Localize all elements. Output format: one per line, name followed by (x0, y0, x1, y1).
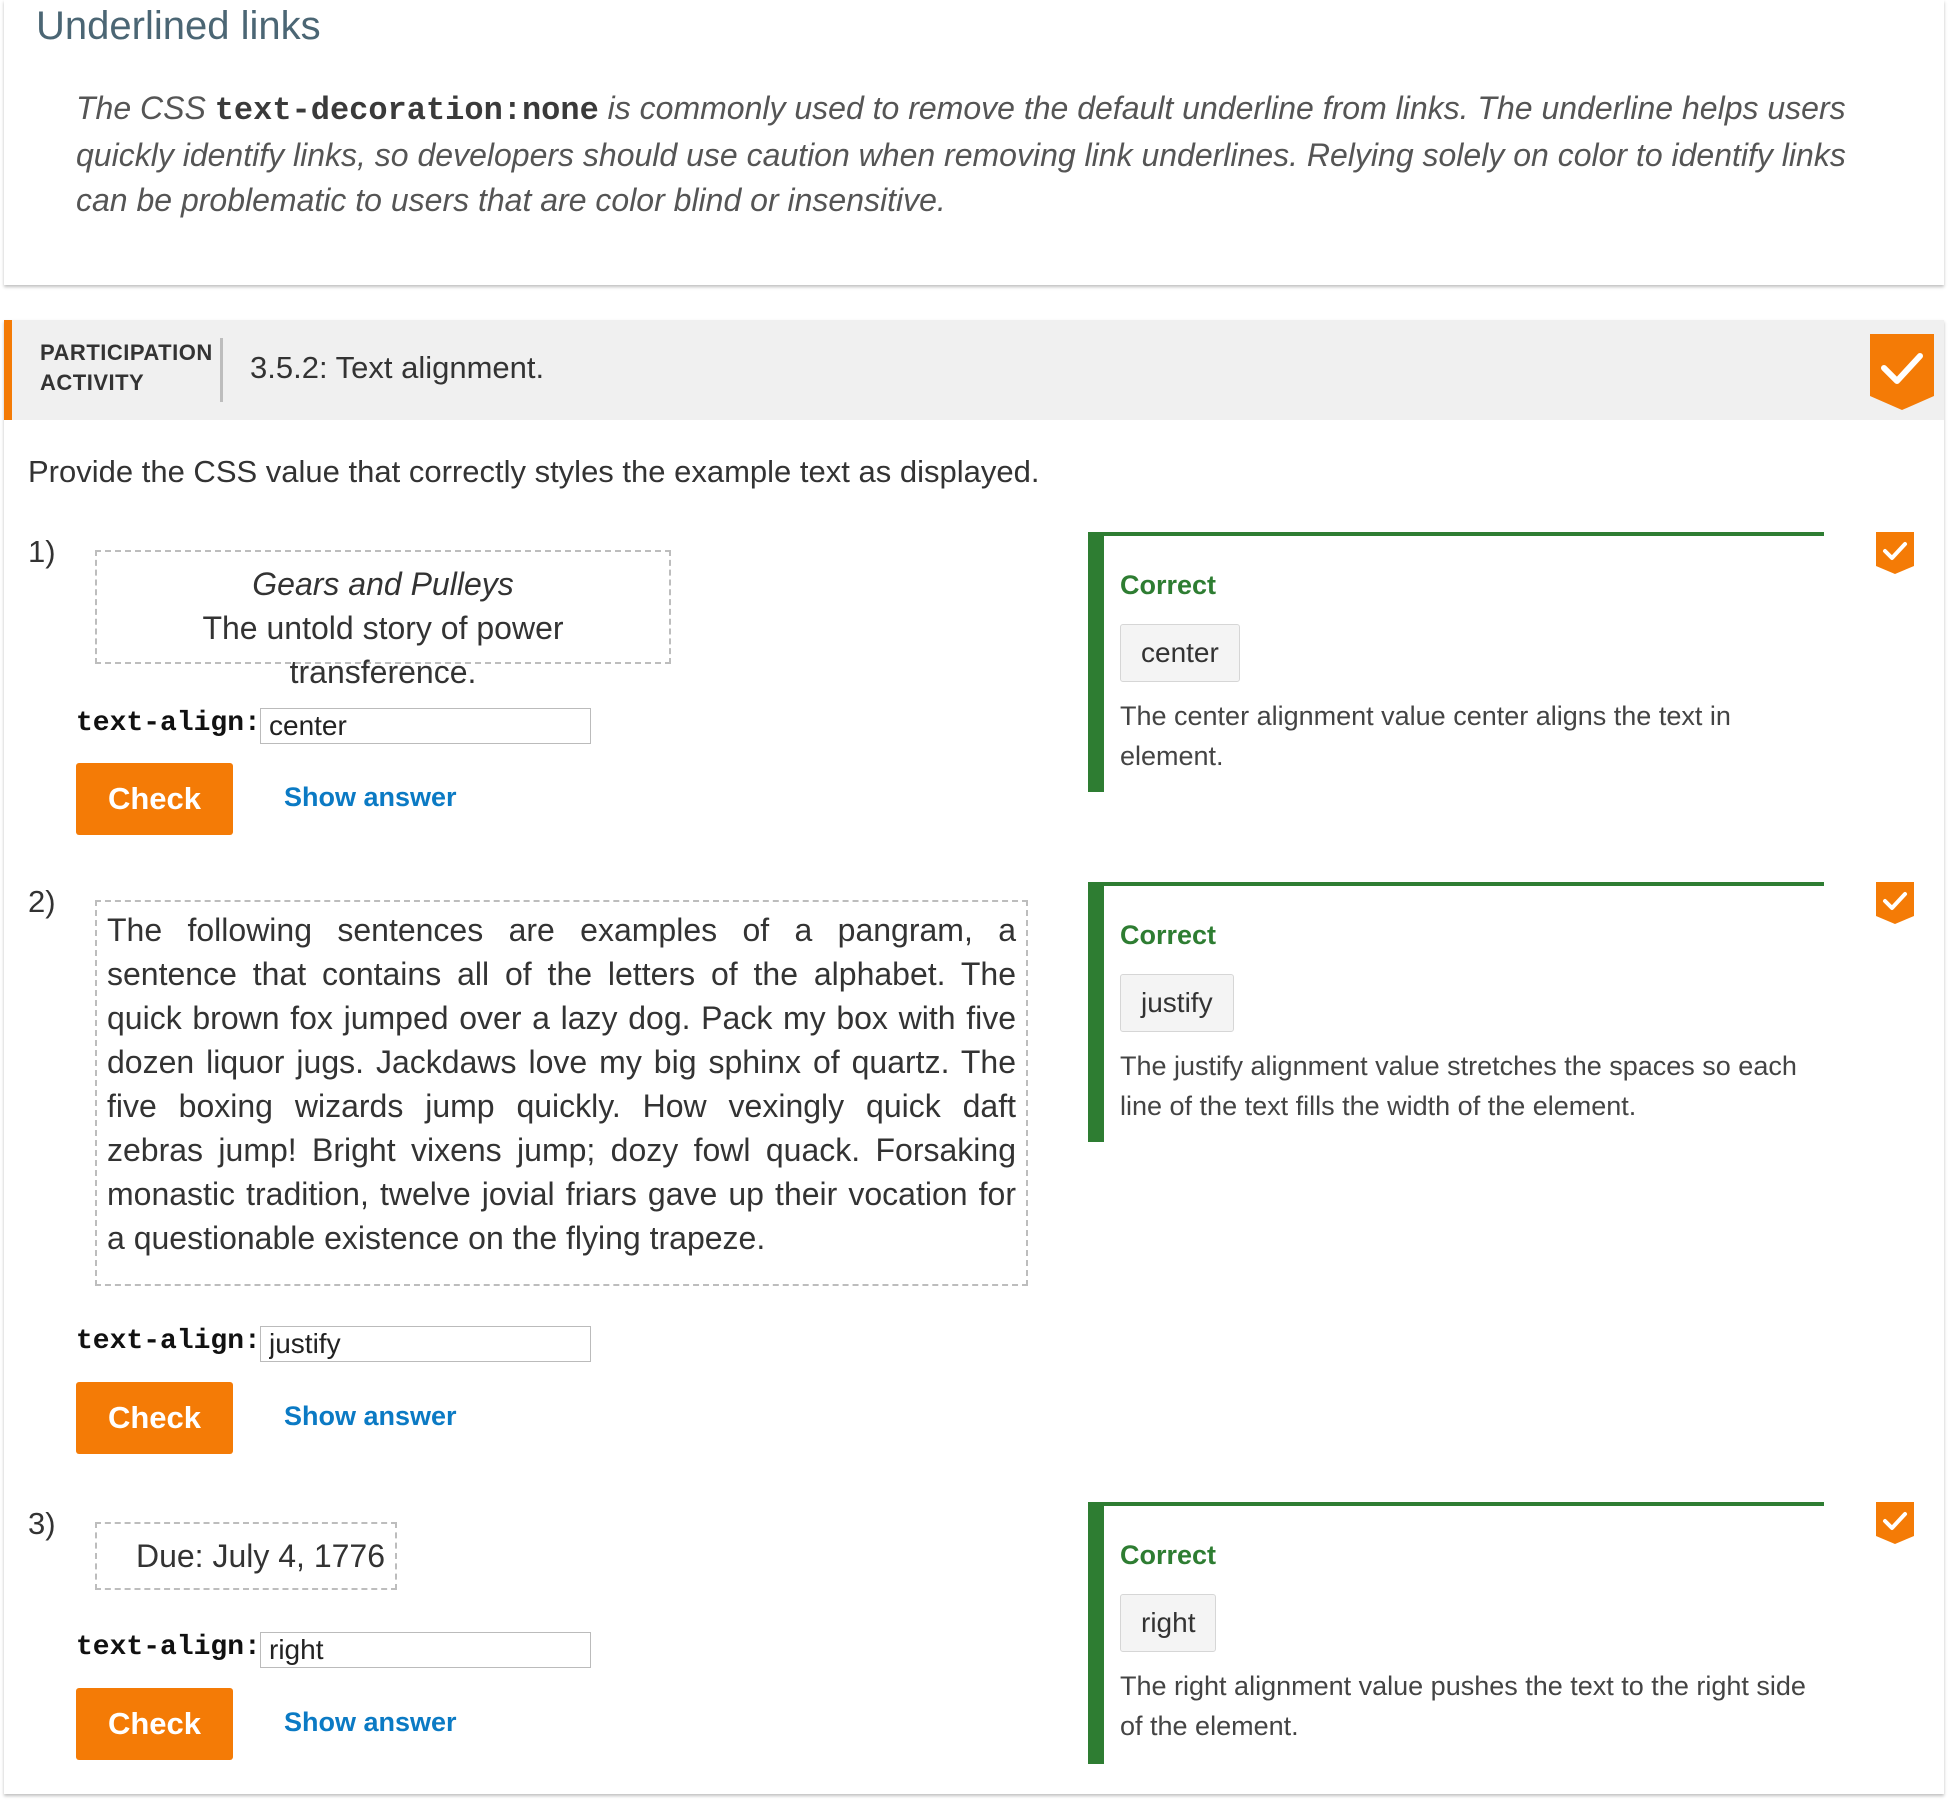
example-subheading: The untold story of power transference. (202, 610, 564, 690)
example-text-box: Due: July 4, 1776 (95, 1522, 397, 1590)
paragraph-text-start: The CSS (76, 90, 215, 126)
header-divider (220, 338, 223, 402)
show-answer-link[interactable]: Show answer (284, 1401, 457, 1432)
property-label: text-align: (76, 1632, 261, 1663)
checkmark-badge-icon (1870, 334, 1934, 410)
example-heading: Gears and Pulleys (252, 566, 514, 602)
activity-instructions: Provide the CSS value that correctly sty… (28, 454, 1040, 489)
example-text-box: Gears and Pulleys The untold story of po… (95, 550, 671, 690)
question-number: 1) (28, 534, 56, 569)
feedback-answer: center (1120, 624, 1240, 682)
show-answer-link[interactable]: Show answer (284, 782, 457, 813)
activity-type-line1: PARTICIPATION (40, 340, 213, 365)
property-label: text-align: (76, 1326, 261, 1357)
activity-type-line2: ACTIVITY (40, 370, 145, 395)
feedback-status: Correct (1120, 1540, 1217, 1570)
question-complete-icon (1876, 1502, 1914, 1544)
feedback-explanation: The right alignment value pushes the tex… (1120, 1671, 1806, 1741)
feedback-answer: justify (1120, 974, 1234, 1032)
property-label: text-align: (76, 708, 261, 739)
check-button[interactable]: Check (76, 1382, 233, 1454)
example-text-box: The following sentences are examples of … (95, 900, 1028, 1286)
participation-activity: PARTICIPATION ACTIVITY 3.5.2: Text align… (4, 320, 1944, 1794)
feedback-answer: right (1120, 1594, 1217, 1652)
section-title: Underlined links (36, 4, 321, 48)
question-number: 2) (28, 884, 56, 919)
check-button[interactable]: Check (76, 1688, 233, 1760)
feedback-panel: Correct center The center alignment valu… (1088, 532, 1824, 792)
feedback-explanation: The justify alignment value stretches th… (1120, 1051, 1797, 1121)
activity-title: 3.5.2: Text alignment. (250, 350, 545, 385)
underlined-links-card: Underlined links The CSS text-decoration… (4, 0, 1944, 285)
section-paragraph: The CSS text-decoration:none is commonly… (76, 86, 1856, 223)
feedback-status: Correct (1120, 920, 1217, 950)
feedback-panel: Correct right The right alignment value … (1088, 1502, 1824, 1764)
question-complete-icon (1876, 882, 1914, 924)
question-number: 3) (28, 1506, 56, 1541)
feedback-panel: Correct justify The justify alignment va… (1088, 882, 1824, 1142)
activity-type-label: PARTICIPATION ACTIVITY (40, 338, 213, 398)
show-answer-link[interactable]: Show answer (284, 1707, 457, 1738)
answer-input[interactable] (260, 1632, 591, 1668)
question-complete-icon (1876, 532, 1914, 574)
activity-header: PARTICIPATION ACTIVITY 3.5.2: Text align… (4, 320, 1944, 420)
check-button[interactable]: Check (76, 763, 233, 835)
feedback-status: Correct (1120, 570, 1217, 600)
feedback-explanation: The center alignment value center aligns… (1120, 701, 1731, 771)
answer-input[interactable] (260, 1326, 591, 1362)
answer-input[interactable] (260, 708, 591, 744)
inline-code: text-decoration:none (214, 92, 599, 129)
